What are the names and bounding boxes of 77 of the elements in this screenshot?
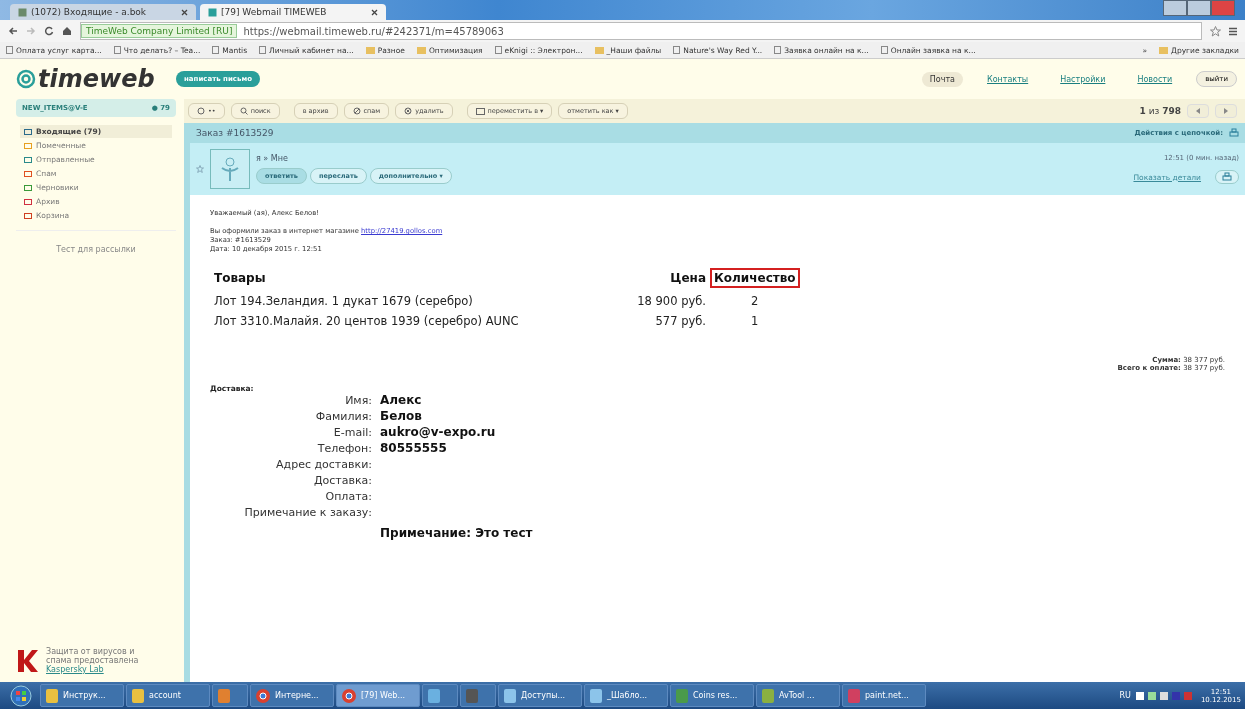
page-icon (113, 46, 121, 54)
taskbar-item[interactable] (460, 684, 496, 707)
kaspersky-logo (16, 647, 40, 674)
table-cell-text: Лот 3310.Малайя. 20 центов 1939 (серебро) AUNC (213, 314, 520, 328)
sender-line: я » Мне (256, 154, 289, 163)
field-value: aukro@v-expo.ru (380, 425, 497, 440)
column-header: Товары (213, 270, 267, 287)
taskbar-item[interactable]: _Шабло... (584, 684, 668, 707)
field-label: Имя: (344, 393, 372, 408)
mailing-list-link[interactable]: Тест для рассылки (16, 230, 176, 268)
table-cell-text: 18 900 руб. (636, 294, 707, 308)
page-icon (673, 46, 681, 54)
message-subject: Заказ #1613529 (196, 128, 274, 138)
field-value: 80555555 (380, 441, 448, 456)
nav-link[interactable]: Настройки (1052, 71, 1114, 87)
printer-icon[interactable] (1229, 128, 1239, 138)
nav-link[interactable]: Почта (921, 71, 963, 87)
table-cell-text: 1 (750, 314, 760, 328)
page-icon (208, 7, 217, 17)
table-cell-text: Лот 194.Зеландия. 1 дукат 1679 (серебро) (213, 294, 474, 308)
taskbar-item[interactable]: Доступы... (498, 684, 582, 707)
field-value: Белов (380, 409, 423, 424)
field-label: Телефон: (316, 441, 372, 456)
field-label: E-mail: (332, 425, 372, 440)
field-label: Примечание к заказу: (243, 505, 372, 520)
taskbar-item[interactable]: AvTool ... (756, 684, 840, 707)
field-label: Фамилия: (314, 409, 372, 424)
column-header: Цена (669, 270, 707, 287)
page-icon (880, 46, 888, 54)
maximize-button[interactable] (1187, 0, 1211, 16)
order-note: Примечание: Это тест (380, 526, 534, 540)
taskbar-item[interactable] (212, 684, 248, 707)
field-value: Алекс (380, 393, 423, 408)
page-icon (18, 7, 27, 17)
taskbar-item[interactable] (422, 684, 458, 707)
field-label: Доставка: (312, 473, 372, 488)
previous-button[interactable] (1187, 104, 1209, 118)
back-icon[interactable] (8, 26, 18, 36)
page-icon (259, 46, 267, 54)
windows-logo-icon (10, 684, 32, 707)
taskbar-item[interactable]: account (126, 684, 210, 707)
next-button[interactable] (1215, 104, 1237, 118)
menu-icon[interactable] (1229, 26, 1237, 36)
page-icon (212, 46, 220, 54)
taskbar-item[interactable]: Coins res... (670, 684, 754, 707)
field-label: Адрес доставки: (275, 457, 372, 472)
home-icon[interactable] (62, 26, 72, 36)
table-cell-text: 2 (750, 294, 760, 308)
page-icon (6, 46, 13, 54)
refresh-icon (197, 107, 205, 115)
person-silhouette-icon (220, 156, 240, 182)
browser-tab[interactable]: (1072) Входящие - a.bok (10, 4, 196, 20)
taskbar-item[interactable]: Инструк... (40, 684, 124, 707)
taskbar-item[interactable]: paint.net... (842, 684, 926, 707)
page-icon (494, 46, 502, 54)
reload-icon[interactable] (44, 26, 54, 36)
minimize-button[interactable] (1163, 0, 1187, 16)
nav-link[interactable]: Контакты (979, 71, 1037, 87)
taskbar-item[interactable]: Интерне... (250, 684, 334, 707)
column-header: Количество (710, 268, 800, 288)
search-icon (239, 107, 248, 115)
kaspersky-link[interactable]: Kaspersky Lab (46, 665, 156, 674)
logo[interactable]: timeweb (16, 65, 156, 93)
nav-link[interactable]: Новости (1129, 71, 1181, 87)
address-field[interactable]: TimeWeb Company Limited [RU] https://webmail.timeweb.ru/#242371/m=45789063 (80, 22, 1202, 40)
antivirus-note: Защита от вирусов и спама предоставлена (46, 647, 140, 665)
printer-icon (1222, 172, 1232, 182)
field-label: Оплата: (324, 489, 372, 504)
page-icon (774, 46, 782, 54)
language-indicator[interactable]: RU (1119, 691, 1131, 700)
table-cell-text: 577 руб. (654, 314, 707, 328)
print-button[interactable] (1215, 170, 1239, 184)
caret-right-icon (1224, 108, 1228, 114)
caret-left-icon (1196, 108, 1200, 114)
forward-icon[interactable] (26, 26, 36, 36)
pager-text: 1 из 798 (1139, 106, 1181, 116)
browser-tab[interactable]: [79] Webmail TIMEWEB (200, 4, 386, 20)
